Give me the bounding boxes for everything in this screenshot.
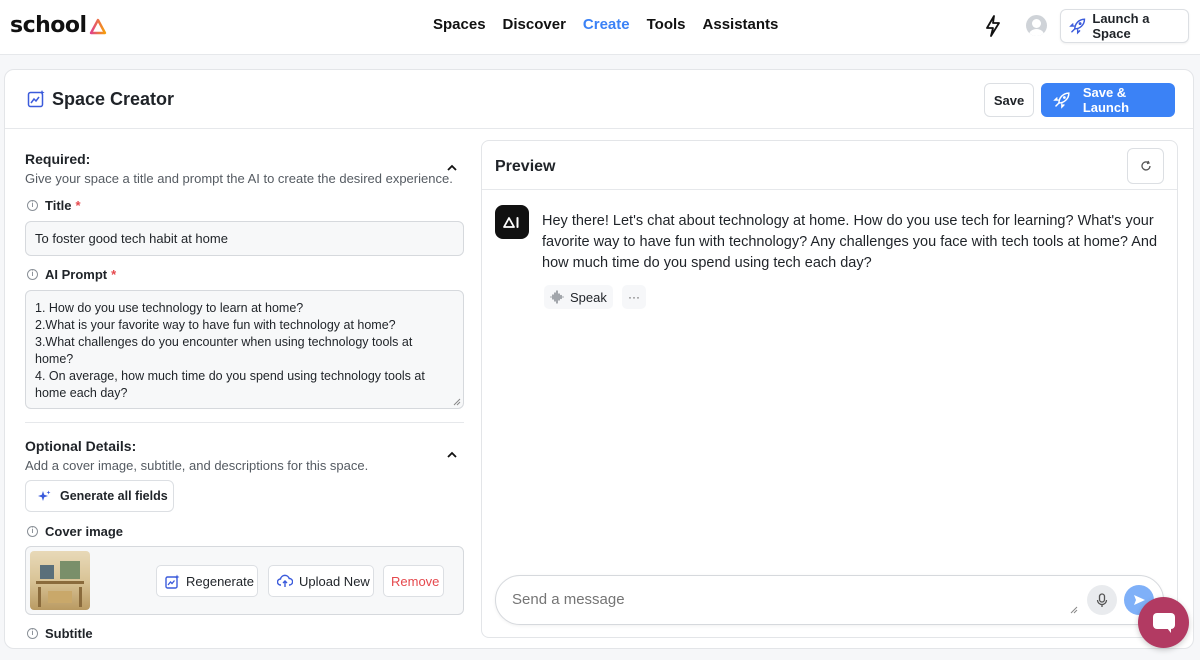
logo-text: school — [10, 13, 87, 38]
nav-assistants[interactable]: Assistants — [703, 16, 779, 33]
save-launch-label: Save & Launch — [1082, 85, 1130, 115]
upload-new-label: Upload New — [299, 573, 370, 589]
nav-create[interactable]: Create — [583, 16, 630, 33]
ai-logo-mark-icon — [89, 18, 110, 34]
ai-logo-mark-icon — [503, 217, 519, 228]
preview-title: Preview — [495, 158, 556, 175]
regenerate-label: Regenerate — [186, 573, 254, 589]
launch-space-label: Launch a Space — [1092, 11, 1150, 41]
image-edit-icon — [165, 574, 180, 589]
launch-space-button[interactable]: Launch a Space — [1060, 9, 1189, 43]
prompt-label-text: AI Prompt — [45, 267, 108, 282]
form-column: Required: Give your space a title and pr… — [25, 129, 465, 648]
prompt-line: 3.What challenges do you encounter when … — [35, 335, 416, 366]
message-composer — [495, 575, 1164, 625]
refresh-icon — [1140, 160, 1151, 171]
preview-panel: Preview Hey there! Let's chat about tech… — [481, 140, 1178, 638]
nav-discover[interactable]: Discover — [503, 16, 566, 33]
info-icon[interactable]: i — [27, 526, 38, 537]
cloud-upload-icon — [277, 574, 293, 587]
nav-spaces[interactable]: Spaces — [433, 16, 486, 33]
chevron-up-icon[interactable] — [445, 161, 459, 175]
school-ai-logo[interactable]: school — [10, 13, 115, 38]
main-nav: Spaces Discover Create Tools Assistants — [433, 16, 778, 33]
prompt-line: 4. On average, how much time do you spen… — [35, 369, 429, 400]
subtitle-label: i Subtitle — [27, 626, 93, 641]
mic-button[interactable] — [1087, 585, 1117, 615]
prompt-line: 2.What is your favorite way to have fun … — [35, 318, 396, 332]
title-field-label: i Title * — [27, 198, 81, 213]
cover-label-text: Cover image — [45, 524, 124, 539]
info-icon[interactable]: i — [27, 269, 38, 280]
bot-message: Hey there! Let's chat about technology a… — [542, 213, 1158, 271]
bolt-icon[interactable] — [985, 15, 1001, 37]
mic-icon — [1096, 592, 1108, 607]
resize-handle-icon[interactable] — [453, 398, 461, 406]
support-chat-button[interactable] — [1138, 597, 1189, 648]
card-header: Space Creator Save Save & Launch — [5, 70, 1193, 129]
cover-image-box: Regenerate Upload New Remove — [25, 546, 464, 615]
info-icon[interactable]: i — [27, 628, 38, 639]
user-avatar[interactable] — [1026, 15, 1047, 36]
cover-image-thumbnail[interactable] — [30, 551, 90, 610]
upload-new-button[interactable]: Upload New — [268, 565, 374, 597]
rocket-icon — [1053, 92, 1070, 109]
nav-tools[interactable]: Tools — [647, 16, 686, 33]
refresh-button[interactable] — [1127, 148, 1164, 184]
creator-icon — [27, 90, 45, 108]
required-section-title: Required: — [25, 151, 91, 167]
sparkle-icon — [38, 490, 51, 501]
speak-label: Speak — [570, 289, 607, 305]
required-section-description: Give your space a title and prompt the A… — [25, 171, 453, 186]
regenerate-button[interactable]: Regenerate — [156, 565, 258, 597]
bot-avatar — [495, 205, 529, 239]
message-input[interactable] — [512, 591, 1052, 608]
info-icon[interactable]: i — [27, 200, 38, 211]
chevron-up-icon[interactable] — [445, 448, 459, 462]
generate-all-fields-button[interactable]: Generate all fields — [25, 480, 174, 512]
resize-handle-icon — [1070, 606, 1078, 614]
speak-button[interactable]: Speak — [544, 285, 613, 309]
sound-wave-icon — [550, 290, 564, 304]
save-button[interactable]: Save — [984, 83, 1034, 117]
subtitle-label-text: Subtitle — [45, 626, 93, 641]
remove-button[interactable]: Remove — [383, 565, 444, 597]
title-label-text: Title — [45, 198, 72, 213]
prompt-field-label: i AI Prompt * — [27, 267, 116, 282]
title-input[interactable]: To foster good tech habit at home — [25, 221, 464, 256]
save-launch-button[interactable]: Save & Launch — [1041, 83, 1175, 117]
optional-section-title: Optional Details: — [25, 438, 137, 454]
generate-all-label: Generate all fields — [60, 489, 168, 503]
preview-header: Preview — [482, 141, 1177, 190]
ai-prompt-textarea[interactable]: 1. How do you use technology to learn at… — [25, 290, 464, 409]
section-divider — [25, 422, 464, 423]
cover-image-label: i Cover image — [27, 524, 123, 539]
prompt-line: 1. How do you use technology to learn at… — [35, 301, 304, 315]
top-nav-bar: school Spaces Discover Create Tools Assi… — [0, 0, 1200, 55]
required-asterisk: * — [111, 267, 117, 282]
required-asterisk: * — [75, 198, 81, 213]
space-creator-card: Space Creator Save Save & Launch Require… — [4, 69, 1194, 649]
chat-icon — [1152, 612, 1175, 633]
page-title: Space Creator — [52, 89, 175, 109]
more-options-button[interactable]: ··· — [622, 285, 646, 309]
rocket-icon — [1069, 18, 1086, 35]
optional-section-description: Add a cover image, subtitle, and descrip… — [25, 458, 369, 473]
